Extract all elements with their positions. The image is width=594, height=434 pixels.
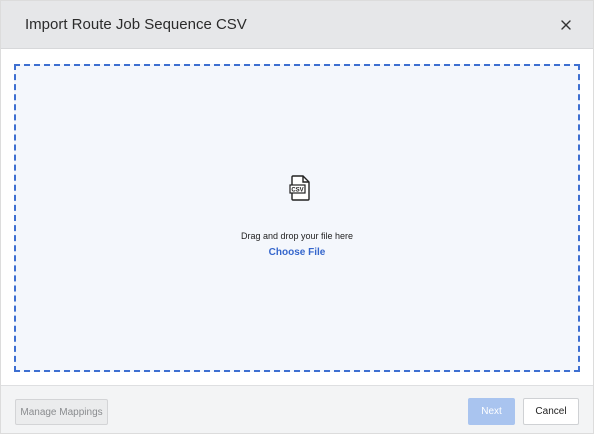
csv-file-icon: CSV [289,175,311,201]
close-icon [561,20,571,30]
file-dropzone[interactable]: CSV Drag and drop your file here Choose … [14,64,580,372]
import-dialog: Import Route Job Sequence CSV CSV Drag a… [0,0,594,434]
close-button[interactable] [555,14,577,36]
manage-mappings-button[interactable]: Manage Mappings [15,399,108,425]
next-button[interactable]: Next [468,398,515,425]
cancel-button[interactable]: Cancel [523,398,579,425]
dialog-title: Import Route Job Sequence CSV [25,16,247,33]
drop-instruction: Drag and drop your file here [240,231,354,241]
dialog-header: Import Route Job Sequence CSV [1,1,593,49]
dialog-footer: Manage Mappings Next Cancel [1,385,593,433]
csv-icon-label: CSV [291,187,303,193]
choose-file-link[interactable]: Choose File [16,247,578,258]
